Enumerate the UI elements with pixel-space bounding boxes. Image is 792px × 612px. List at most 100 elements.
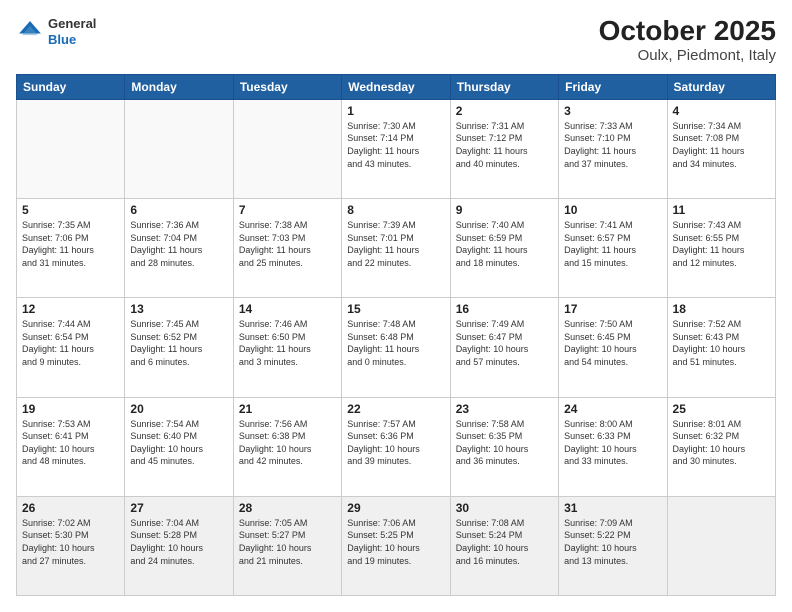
- day-number: 7: [239, 203, 336, 217]
- day-info: Sunrise: 7:57 AMSunset: 6:36 PMDaylight:…: [347, 418, 444, 468]
- calendar-cell: 18Sunrise: 7:52 AMSunset: 6:43 PMDayligh…: [667, 298, 775, 397]
- calendar-cell: 24 Sunrise: 8:00 AMSunset: 6:33 PMDayligh…: [559, 397, 667, 496]
- day-number: 2: [456, 104, 553, 118]
- calendar-cell: 30 Sunrise: 7:08 AMSunset: 5:24 PMDayligh…: [450, 496, 558, 595]
- calendar-week-3: 19 Sunrise: 7:53 AMSunset: 6:41 PMDayligh…: [17, 397, 776, 496]
- day-number: 29: [347, 501, 444, 515]
- col-sunday: Sunday: [17, 74, 125, 99]
- day-info: Sunrise: 7:02 AMSunset: 5:30 PMDaylight:…: [22, 517, 119, 567]
- day-number: 25: [673, 402, 770, 416]
- day-number: 9: [456, 203, 553, 217]
- day-number: 14: [239, 302, 336, 316]
- calendar-cell: 19 Sunrise: 7:53 AMSunset: 6:41 PMDayligh…: [17, 397, 125, 496]
- day-info: Sunrise: 7:43 AMSunset: 6:55 PMDaylight:…: [673, 219, 770, 269]
- day-info: Sunrise: 7:39 AMSunset: 7:01 PMDaylight:…: [347, 219, 444, 269]
- calendar-cell: [233, 99, 341, 198]
- day-number: 10: [564, 203, 661, 217]
- calendar-cell: 17Sunrise: 7:50 AMSunset: 6:45 PMDayligh…: [559, 298, 667, 397]
- calendar-cell: [667, 496, 775, 595]
- calendar-cell: 23 Sunrise: 7:58 AMSunset: 6:35 PMDayligh…: [450, 397, 558, 496]
- calendar-cell: 5 Sunrise: 7:35 AMSunset: 7:06 PMDaylight…: [17, 199, 125, 298]
- day-number: 13: [130, 302, 227, 316]
- calendar-cell: 27 Sunrise: 7:04 AMSunset: 5:28 PMDayligh…: [125, 496, 233, 595]
- day-number: 23: [456, 402, 553, 416]
- calendar-cell: 26 Sunrise: 7:02 AMSunset: 5:30 PMDayligh…: [17, 496, 125, 595]
- logo-blue-text: Blue: [48, 32, 96, 48]
- logo-icon: [16, 18, 44, 46]
- day-info: Sunrise: 8:01 AMSunset: 6:32 PMDaylight:…: [673, 418, 770, 468]
- day-number: 19: [22, 402, 119, 416]
- calendar-week-0: 1Sunrise: 7:30 AMSunset: 7:14 PMDaylight…: [17, 99, 776, 198]
- calendar-cell: 2 Sunrise: 7:31 AMSunset: 7:12 PMDaylight…: [450, 99, 558, 198]
- day-info: Sunrise: 7:56 AMSunset: 6:38 PMDaylight:…: [239, 418, 336, 468]
- day-info: Sunrise: 7:46 AMSunset: 6:50 PMDaylight:…: [239, 318, 336, 368]
- day-info: Sunrise: 7:49 AMSunset: 6:47 PMDaylight:…: [456, 318, 553, 368]
- calendar-table: Sunday Monday Tuesday Wednesday Thursday…: [16, 74, 776, 596]
- day-number: 22: [347, 402, 444, 416]
- day-info: Sunrise: 7:45 AMSunset: 6:52 PMDaylight:…: [130, 318, 227, 368]
- calendar-cell: 6 Sunrise: 7:36 AMSunset: 7:04 PMDaylight…: [125, 199, 233, 298]
- day-number: 17: [564, 302, 661, 316]
- day-number: 21: [239, 402, 336, 416]
- calendar-cell: 16 Sunrise: 7:49 AMSunset: 6:47 PMDayligh…: [450, 298, 558, 397]
- calendar-cell: 3 Sunrise: 7:33 AMSunset: 7:10 PMDaylight…: [559, 99, 667, 198]
- calendar-subtitle: Oulx, Piedmont, Italy: [599, 47, 776, 64]
- day-info: Sunrise: 7:54 AMSunset: 6:40 PMDaylight:…: [130, 418, 227, 468]
- day-number: 30: [456, 501, 553, 515]
- day-info: Sunrise: 7:53 AMSunset: 6:41 PMDaylight:…: [22, 418, 119, 468]
- day-number: 6: [130, 203, 227, 217]
- day-number: 8: [347, 203, 444, 217]
- day-number: 11: [673, 203, 770, 217]
- calendar-week-2: 12Sunrise: 7:44 AMSunset: 6:54 PMDayligh…: [17, 298, 776, 397]
- day-info: Sunrise: 7:58 AMSunset: 6:35 PMDaylight:…: [456, 418, 553, 468]
- day-info: Sunrise: 7:35 AMSunset: 7:06 PMDaylight:…: [22, 219, 119, 269]
- day-number: 31: [564, 501, 661, 515]
- logo: General Blue: [16, 16, 96, 47]
- day-number: 15: [347, 302, 444, 316]
- calendar-cell: 31 Sunrise: 7:09 AMSunset: 5:22 PMDayligh…: [559, 496, 667, 595]
- day-info: Sunrise: 7:44 AMSunset: 6:54 PMDaylight:…: [22, 318, 119, 368]
- day-info: Sunrise: 7:09 AMSunset: 5:22 PMDaylight:…: [564, 517, 661, 567]
- calendar-cell: 22 Sunrise: 7:57 AMSunset: 6:36 PMDayligh…: [342, 397, 450, 496]
- day-info: Sunrise: 7:30 AMSunset: 7:14 PMDaylight:…: [347, 120, 444, 170]
- page: General Blue October 2025 Oulx, Piedmont…: [0, 0, 792, 612]
- logo-general-text: General: [48, 16, 96, 32]
- day-info: Sunrise: 7:48 AMSunset: 6:48 PMDaylight:…: [347, 318, 444, 368]
- calendar-cell: 11 Sunrise: 7:43 AMSunset: 6:55 PMDayligh…: [667, 199, 775, 298]
- day-info: Sunrise: 7:31 AMSunset: 7:12 PMDaylight:…: [456, 120, 553, 170]
- calendar-header-row: Sunday Monday Tuesday Wednesday Thursday…: [17, 74, 776, 99]
- day-number: 27: [130, 501, 227, 515]
- day-number: 3: [564, 104, 661, 118]
- day-info: Sunrise: 7:08 AMSunset: 5:24 PMDaylight:…: [456, 517, 553, 567]
- calendar-cell: 4Sunrise: 7:34 AMSunset: 7:08 PMDaylight…: [667, 99, 775, 198]
- day-info: Sunrise: 7:06 AMSunset: 5:25 PMDaylight:…: [347, 517, 444, 567]
- calendar-week-4: 26 Sunrise: 7:02 AMSunset: 5:30 PMDayligh…: [17, 496, 776, 595]
- calendar-cell: [125, 99, 233, 198]
- calendar-cell: 14 Sunrise: 7:46 AMSunset: 6:50 PMDayligh…: [233, 298, 341, 397]
- calendar-cell: 8 Sunrise: 7:39 AMSunset: 7:01 PMDaylight…: [342, 199, 450, 298]
- day-info: Sunrise: 7:36 AMSunset: 7:04 PMDaylight:…: [130, 219, 227, 269]
- day-info: Sunrise: 7:04 AMSunset: 5:28 PMDaylight:…: [130, 517, 227, 567]
- day-info: Sunrise: 8:00 AMSunset: 6:33 PMDaylight:…: [564, 418, 661, 468]
- calendar-cell: 7Sunrise: 7:38 AMSunset: 7:03 PMDaylight…: [233, 199, 341, 298]
- calendar-cell: 21 Sunrise: 7:56 AMSunset: 6:38 PMDayligh…: [233, 397, 341, 496]
- day-info: Sunrise: 7:41 AMSunset: 6:57 PMDaylight:…: [564, 219, 661, 269]
- calendar-cell: 25 Sunrise: 8:01 AMSunset: 6:32 PMDayligh…: [667, 397, 775, 496]
- calendar-cell: 15 Sunrise: 7:48 AMSunset: 6:48 PMDayligh…: [342, 298, 450, 397]
- day-info: Sunrise: 7:33 AMSunset: 7:10 PMDaylight:…: [564, 120, 661, 170]
- title-block: October 2025 Oulx, Piedmont, Italy: [599, 16, 776, 64]
- calendar-week-1: 5 Sunrise: 7:35 AMSunset: 7:06 PMDaylight…: [17, 199, 776, 298]
- calendar-cell: 1Sunrise: 7:30 AMSunset: 7:14 PMDaylight…: [342, 99, 450, 198]
- col-thursday: Thursday: [450, 74, 558, 99]
- day-info: Sunrise: 7:34 AMSunset: 7:08 PMDaylight:…: [673, 120, 770, 170]
- day-info: Sunrise: 7:52 AMSunset: 6:43 PMDaylight:…: [673, 318, 770, 368]
- day-number: 26: [22, 501, 119, 515]
- logo-text: General Blue: [48, 16, 96, 47]
- day-info: Sunrise: 7:40 AMSunset: 6:59 PMDaylight:…: [456, 219, 553, 269]
- calendar-title: October 2025: [599, 16, 776, 47]
- day-number: 16: [456, 302, 553, 316]
- calendar-cell: 9 Sunrise: 7:40 AMSunset: 6:59 PMDaylight…: [450, 199, 558, 298]
- day-number: 5: [22, 203, 119, 217]
- col-saturday: Saturday: [667, 74, 775, 99]
- day-number: 24: [564, 402, 661, 416]
